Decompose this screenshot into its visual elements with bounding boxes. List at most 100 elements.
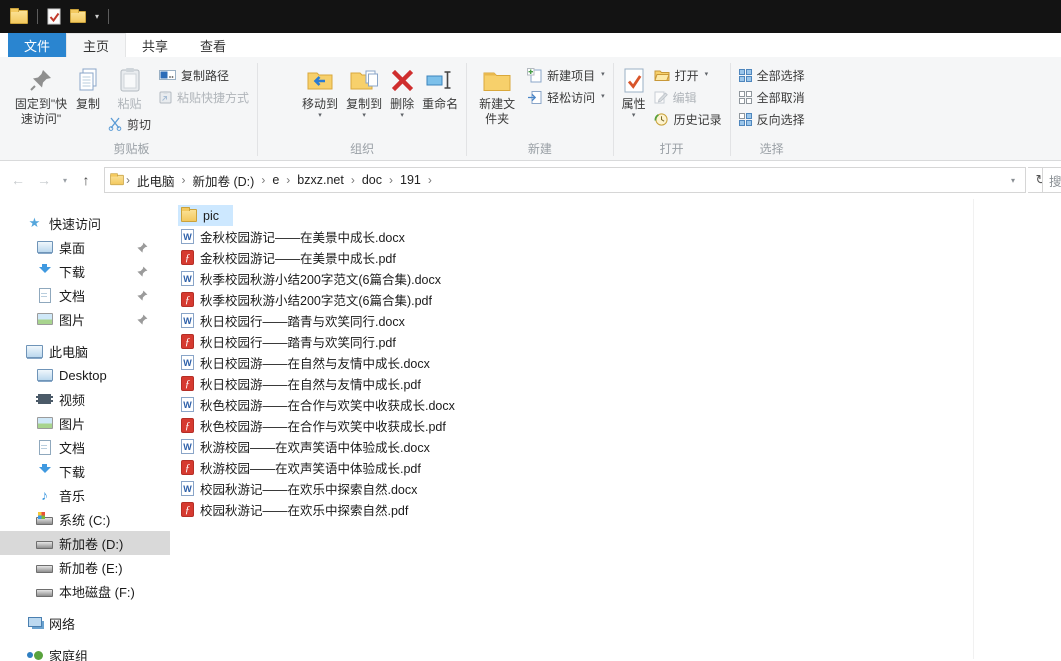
breadcrumb-item[interactable]: e [266,173,285,187]
pdf-file-icon: ƒ [181,376,194,391]
doc-icon [36,440,53,455]
file-row[interactable]: W秋日校园游——在自然与友情中成长.docx [178,352,444,373]
sidebar-item[interactable]: 文档 [0,435,170,459]
sidebar-item-quick-access[interactable]: 快速访问 [0,211,170,235]
sidebar-item[interactable]: 文档 [0,283,170,307]
qat-customize-chevron-icon[interactable]: ▾ [95,13,99,21]
sidebar-item-homegroup[interactable]: 家庭组 [0,643,170,661]
sidebar-item[interactable]: Desktop [0,363,170,387]
sidebar-item[interactable]: 系统 (C:) [0,507,170,531]
properties-button[interactable]: 属性 ▾ [618,61,650,120]
sidebar-item[interactable]: 桌面 [0,235,170,259]
file-row[interactable]: ƒ秋季校园秋游小结200字范文(6篇合集).pdf [178,289,446,310]
folder-icon [181,209,197,222]
button-label: 新建文件夹 [475,97,519,127]
sidebar-item-this-pc[interactable]: 此电脑 [0,339,170,363]
sidebar-item[interactable]: 视频 [0,387,170,411]
breadcrumb-item[interactable]: 191 [394,173,427,187]
paste-icon [119,64,141,96]
history-button[interactable]: 历史记录 [650,108,726,130]
search-input[interactable]: 搜 [1042,167,1061,193]
address-dropdown-chevron-icon[interactable]: ▾ [1005,176,1021,185]
file-name: 秋季校园秋游小结200字范文(6篇合集).docx [200,269,441,288]
easy-access-button[interactable]: 轻松访问 ▾ [523,86,609,108]
file-row[interactable]: ƒ秋游校园——在欢声笑语中体验成长.pdf [178,457,435,478]
sidebar-item-label: 下载 [59,462,85,481]
address-box[interactable]: › 此电脑›新加卷 (D:)›e›bzxz.net›doc›191› ▾ [104,167,1026,193]
file-row[interactable]: ƒ秋色校园游——在合作与欢笑中收获成长.pdf [178,415,460,436]
move-to-button[interactable]: 移动到 ▾ [298,61,342,120]
file-row[interactable]: W秋季校园秋游小结200字范文(6篇合集).docx [178,268,455,289]
sidebar-item[interactable]: 下载 [0,259,170,283]
breadcrumb-chevron-icon[interactable]: › [427,173,433,187]
tab-view[interactable]: 查看 [184,33,242,57]
invert-selection-button[interactable]: 反向选择 [735,108,809,130]
sidebar-item-network[interactable]: 网络 [0,611,170,635]
new-item-button[interactable]: 新建项目 ▾ [523,64,609,86]
tab-file[interactable]: 文件 [8,33,66,57]
music-icon [36,488,53,503]
file-row[interactable]: W秋日校园行——踏青与欢笑同行.docx [178,310,419,331]
copy-button[interactable]: 复制 [72,61,104,113]
file-row[interactable]: W秋色校园游——在合作与欢笑中收获成长.docx [178,394,469,415]
copy-path-button[interactable]: 复制路径 [155,64,253,86]
recent-locations-chevron-icon[interactable]: ▾ [58,176,72,185]
select-all-button[interactable]: 全部选择 [735,64,809,86]
file-row[interactable]: ƒ校园秋游记——在欢乐中探索自然.pdf [178,499,422,520]
sidebar-item[interactable]: 下载 [0,459,170,483]
tab-home[interactable]: 主页 [66,33,126,57]
file-row[interactable]: W校园秋游记——在欢乐中探索自然.docx [178,478,431,499]
paste-button[interactable]: 粘贴 [104,61,155,113]
sidebar-item-label: 音乐 [59,486,85,505]
breadcrumb-item[interactable]: bzxz.net [291,173,350,187]
file-row[interactable]: pic [178,205,233,226]
group-label-select: 选择 [731,140,813,160]
sidebar-item[interactable]: 图片 [0,307,170,331]
delete-button[interactable]: 删除 ▾ [386,61,418,120]
qat-properties-icon[interactable] [47,8,61,25]
file-row[interactable]: ƒ秋日校园行——踏青与欢笑同行.pdf [178,331,410,352]
tab-share[interactable]: 共享 [126,33,184,57]
cut-button[interactable]: 剪切 [104,113,155,135]
forward-button[interactable]: → [32,172,56,188]
invert-selection-icon [739,113,752,126]
file-row[interactable]: W秋游校园——在欢声笑语中体验成长.docx [178,436,444,457]
new-folder-button[interactable]: 新建文件夹 [471,61,523,128]
up-button[interactable]: ↑ [74,172,98,188]
sidebar-item-label: 快速访问 [49,214,101,233]
sidebar-item[interactable]: 新加卷 (D:) [0,531,170,555]
open-button[interactable]: 打开 ▾ [650,64,726,86]
pin-to-quick-access-button[interactable]: 固定到"快速访问" [10,61,72,128]
edit-button[interactable]: 编辑 [650,86,726,108]
sidebar-item[interactable]: 本地磁盘 (F:) [0,579,170,603]
file-row[interactable]: ƒ金秋校园游记——在美景中成长.pdf [178,247,410,268]
rename-button[interactable]: 重命名 [418,61,462,113]
sidebar-item[interactable]: 图片 [0,411,170,435]
sidebar-item[interactable]: 音乐 [0,483,170,507]
desktop-icon [36,240,53,255]
sidebar-section: 家庭组 [0,643,170,661]
sidebar-item-label: 桌面 [59,238,85,257]
pin-icon [137,266,148,277]
ribbon-group-open: 属性 ▾ 打开 ▾ 编辑 历史记录 [614,59,730,160]
file-row[interactable]: ƒ秋日校园游——在自然与友情中成长.pdf [178,373,435,394]
file-row[interactable]: W金秋校园游记——在美景中成长.docx [178,226,419,247]
button-label: 反向选择 [757,111,805,128]
sidebar-item[interactable]: 新加卷 (E:) [0,555,170,579]
copy-icon [76,64,100,96]
new-folder-icon [482,64,512,96]
select-none-button[interactable]: 全部取消 [735,86,809,108]
breadcrumb-item[interactable]: 此电脑 [131,171,181,190]
copy-to-button[interactable]: 复制到 ▾ [342,61,386,120]
back-button[interactable]: ← [6,172,30,188]
breadcrumb-item[interactable]: 新加卷 (D:) [187,171,261,190]
properties-icon [622,64,646,96]
edit-pencil-icon [654,90,668,104]
qat-new-folder-icon[interactable] [70,11,86,23]
breadcrumb-item[interactable]: doc [356,173,388,187]
select-all-icon [739,69,752,82]
button-label: 历史记录 [674,111,722,128]
pane-divider [973,199,974,659]
paste-shortcut-button[interactable]: 粘贴快捷方式 [155,86,253,108]
scissors-icon [108,117,122,131]
